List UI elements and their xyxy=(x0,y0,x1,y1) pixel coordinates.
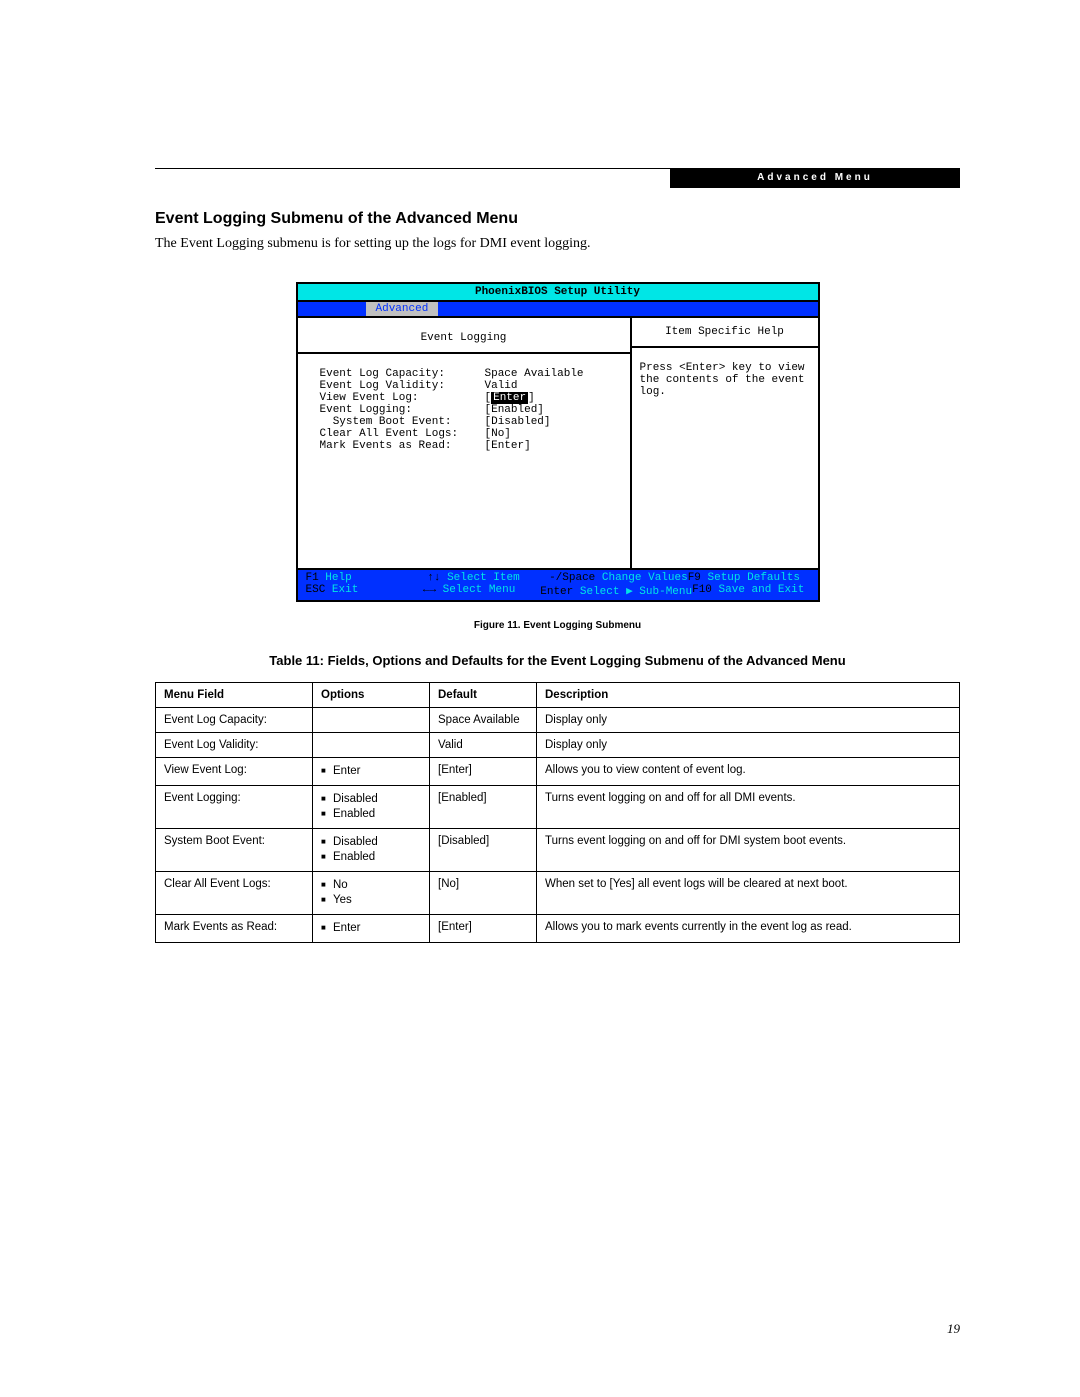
table-row: Event Logging:DisabledEnabled[Enabled]Tu… xyxy=(156,785,960,828)
bios-left-title: Event Logging xyxy=(298,324,630,354)
bios-help-panel: Item Specific Help Press <Enter> key to … xyxy=(632,318,818,568)
table-title: Table 11: Fields, Options and Defaults f… xyxy=(155,653,960,668)
cell-default: [Enter] xyxy=(430,914,537,942)
th-default: Default xyxy=(430,683,537,708)
cell-description: Display only xyxy=(537,733,960,758)
cell-default: [No] xyxy=(430,871,537,914)
bios-setting-value[interactable]: [No] xyxy=(485,428,511,440)
bios-body: Event Logging Event Log Capacity:Space A… xyxy=(298,318,818,568)
bios-setting-row: Mark Events as Read:[Enter] xyxy=(320,440,616,452)
intro-text: The Event Logging submenu is for setting… xyxy=(155,236,960,252)
bios-setting-value[interactable]: [Enter] xyxy=(485,392,535,404)
bios-tab-bar: Advanced xyxy=(298,302,818,318)
cell-menu-field: Clear All Event Logs: xyxy=(156,871,313,914)
bios-setting-label: View Event Log: xyxy=(320,392,485,404)
cell-menu-field: Mark Events as Read: xyxy=(156,914,313,942)
bios-setting-label: Event Logging: xyxy=(320,404,485,416)
bios-setting-value[interactable]: [Enabled] xyxy=(485,404,544,416)
cell-options: Enter xyxy=(313,914,430,942)
section-header-bar: Advanced Menu xyxy=(670,168,960,188)
bios-setting-value[interactable]: [Enter] xyxy=(485,440,531,452)
bios-settings-list: Event Log Capacity:Space AvailableEvent … xyxy=(298,354,630,564)
option-item: Disabled xyxy=(321,792,421,807)
bios-help-title: Item Specific Help xyxy=(632,318,818,348)
bios-setting-row: Event Log Validity:Valid xyxy=(320,380,616,392)
cell-default: [Disabled] xyxy=(430,828,537,871)
table-row: Mark Events as Read: Enter [Enter]Allows y… xyxy=(156,914,960,942)
bios-setting-row: Event Log Capacity:Space Available xyxy=(320,368,616,380)
bios-screenshot: PhoenixBIOS Setup Utility Advanced Event… xyxy=(296,282,820,602)
cell-menu-field: View Event Log: xyxy=(156,758,313,786)
th-menu-field: Menu Field xyxy=(156,683,313,708)
cell-menu-field: Event Logging: xyxy=(156,785,313,828)
bios-setting-value[interactable]: Space Available xyxy=(485,368,584,380)
option-item: Enabled xyxy=(321,850,421,865)
th-description: Description xyxy=(537,683,960,708)
cell-options: DisabledEnabled xyxy=(313,785,430,828)
options-table: Menu Field Options Default Description E… xyxy=(155,682,960,943)
cell-menu-field: Event Log Capacity: xyxy=(156,708,313,733)
cell-description: Display only xyxy=(537,708,960,733)
option-item: No xyxy=(321,878,421,893)
bios-setting-row: Clear All Event Logs:[No] xyxy=(320,428,616,440)
cell-options: NoYes xyxy=(313,871,430,914)
bios-footer-row1: F1 Help ↑↓ Select Item -/Space Change Va… xyxy=(306,572,810,584)
cell-description: When set to [Yes] all event logs will be… xyxy=(537,871,960,914)
bios-setting-row: Event Logging:[Enabled] xyxy=(320,404,616,416)
figure-caption: Figure 11. Event Logging Submenu xyxy=(155,620,960,631)
cell-default: [Enabled] xyxy=(430,785,537,828)
bios-footer-row2: ESC Exit ←→ Select Menu Enter Select ▶ S… xyxy=(306,584,810,598)
table-row: Event Log Validity: ValidDisplay only xyxy=(156,733,960,758)
cell-description: Allows you to mark events currently in t… xyxy=(537,914,960,942)
option-item: Enter xyxy=(321,921,421,936)
table-row: System Boot Event:DisabledEnabled[Disabl… xyxy=(156,828,960,871)
cell-description: Turns event logging on and off for DMI s… xyxy=(537,828,960,871)
bios-help-text: Press <Enter> key to view the contents o… xyxy=(640,362,810,398)
cell-options: DisabledEnabled xyxy=(313,828,430,871)
table-row: Clear All Event Logs:NoYes[No]When set t… xyxy=(156,871,960,914)
cell-options xyxy=(313,708,430,733)
cell-menu-field: Event Log Validity: xyxy=(156,733,313,758)
section-title: Event Logging Submenu of the Advanced Me… xyxy=(155,210,960,228)
option-item: Enabled xyxy=(321,807,421,822)
cell-default: Space Available xyxy=(430,708,537,733)
bios-setting-label: Event Log Validity: xyxy=(320,380,485,392)
bios-setting-label: System Boot Event: xyxy=(320,416,485,428)
bios-setting-label: Mark Events as Read: xyxy=(320,440,485,452)
cell-default: [Enter] xyxy=(430,758,537,786)
cell-options: Enter xyxy=(313,758,430,786)
cell-default: Valid xyxy=(430,733,537,758)
table-header-row: Menu Field Options Default Description xyxy=(156,683,960,708)
cell-description: Turns event logging on and off for all D… xyxy=(537,785,960,828)
bios-left-panel: Event Logging Event Log Capacity:Space A… xyxy=(298,318,632,568)
bios-tab-advanced[interactable]: Advanced xyxy=(366,302,439,316)
option-item: Yes xyxy=(321,893,421,908)
cell-options xyxy=(313,733,430,758)
bios-setting-row: System Boot Event:[Disabled] xyxy=(320,416,616,428)
page: Advanced Menu Event Logging Submenu of t… xyxy=(0,0,1080,1397)
bios-setting-label: Event Log Capacity: xyxy=(320,368,485,380)
bios-setting-row: View Event Log:[Enter] xyxy=(320,392,616,404)
bios-footer: F1 Help ↑↓ Select Item -/Space Change Va… xyxy=(298,568,818,600)
page-number: 19 xyxy=(947,1321,960,1337)
bios-setting-value[interactable]: [Disabled] xyxy=(485,416,551,428)
bios-utility-title: PhoenixBIOS Setup Utility xyxy=(298,284,818,302)
option-item: Disabled xyxy=(321,835,421,850)
table-row: Event Log Capacity: Space AvailableDispla… xyxy=(156,708,960,733)
cell-description: Allows you to view content of event log. xyxy=(537,758,960,786)
table-row: View Event Log: Enter [Enter]Allows you to… xyxy=(156,758,960,786)
content-area: Event Logging Submenu of the Advanced Me… xyxy=(155,166,960,943)
option-item: Enter xyxy=(321,764,421,779)
th-options: Options xyxy=(313,683,430,708)
bios-setting-value[interactable]: Valid xyxy=(485,380,518,392)
bios-setting-label: Clear All Event Logs: xyxy=(320,428,485,440)
cell-menu-field: System Boot Event: xyxy=(156,828,313,871)
